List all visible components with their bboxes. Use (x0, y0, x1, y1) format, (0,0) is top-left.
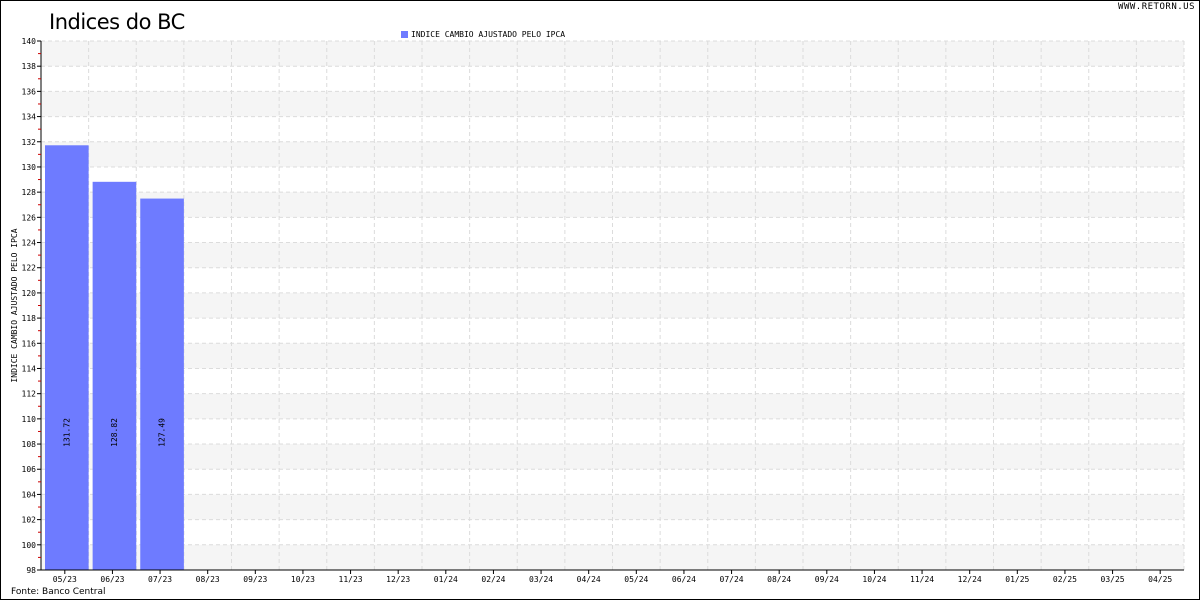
x-tick-label: 11/24 (910, 575, 934, 584)
y-tick-label: 126 (22, 213, 37, 222)
x-tick-label: 10/24 (862, 575, 886, 584)
x-tick-label: 05/23 (53, 575, 77, 584)
x-tick-label: 03/25 (1101, 575, 1125, 584)
y-tick-label: 130 (22, 163, 37, 172)
y-tick-label: 140 (22, 37, 37, 46)
bar (45, 145, 89, 570)
x-tick-label: 05/24 (624, 575, 648, 584)
y-tick-label: 108 (22, 440, 37, 449)
y-tick-label: 102 (22, 516, 37, 525)
x-tick-label: 04/25 (1148, 575, 1172, 584)
y-tick-label: 106 (22, 465, 37, 474)
bar-value-label: 127.49 (158, 418, 167, 447)
y-axis-label: INDICE CAMBIO AJUSTADO PELO IPCA (10, 228, 19, 382)
bar-value-label: 128.82 (110, 418, 119, 447)
y-tick-label: 98 (26, 566, 36, 575)
y-tick-label: 120 (22, 289, 37, 298)
y-tick-label: 138 (22, 62, 37, 71)
source-note: Fonte: Banco Central (11, 587, 106, 597)
bar-chart: 131.72 128.82 127.49 98 100 102 104 106 108 110 11… (10, 37, 1185, 584)
x-tick-label: 04/24 (577, 575, 601, 584)
y-tick-label: 118 (22, 314, 37, 323)
bar (92, 181, 137, 570)
x-tick-label: 08/23 (196, 575, 220, 584)
x-tick-label: 09/23 (243, 575, 267, 584)
x-tick-label: 11/23 (339, 575, 363, 584)
x-tick-label: 02/25 (1053, 575, 1077, 584)
bar (140, 198, 184, 571)
y-tick-label: 100 (22, 541, 37, 550)
x-tick-label: 09/24 (815, 575, 839, 584)
bar-value-label: 131.72 (62, 418, 71, 447)
chart-frame: Indices do BC WWW.RETORN.US INDICE CAMBI… (0, 0, 1200, 600)
x-tick-label: 01/25 (1005, 575, 1029, 584)
x-tick-label: 08/24 (767, 575, 791, 584)
y-tick-label: 124 (22, 239, 37, 248)
x-tick-label: 12/23 (386, 575, 410, 584)
y-tick-label: 136 (22, 87, 37, 96)
y-tick-label: 104 (22, 490, 37, 499)
x-tick-label: 07/24 (720, 575, 744, 584)
y-tick-label: 116 (22, 339, 37, 348)
x-tick-label: 07/23 (148, 575, 172, 584)
y-tick-label: 128 (22, 188, 37, 197)
y-tick-label: 134 (22, 113, 37, 122)
x-tick-label: 12/24 (958, 575, 982, 584)
x-tick-label: 10/23 (291, 575, 315, 584)
x-tick-label: 01/24 (434, 575, 458, 584)
x-tick-label: 03/24 (529, 575, 553, 584)
y-tick-label: 122 (22, 264, 37, 273)
y-tick-label: 112 (22, 390, 37, 399)
y-tick-label: 110 (22, 415, 37, 424)
x-tick-label: 06/24 (672, 575, 696, 584)
x-tick-label: 06/23 (100, 575, 124, 584)
y-tick-label: 114 (22, 364, 37, 373)
x-tick-label: 02/24 (481, 575, 505, 584)
y-tick-label: 132 (22, 138, 37, 147)
